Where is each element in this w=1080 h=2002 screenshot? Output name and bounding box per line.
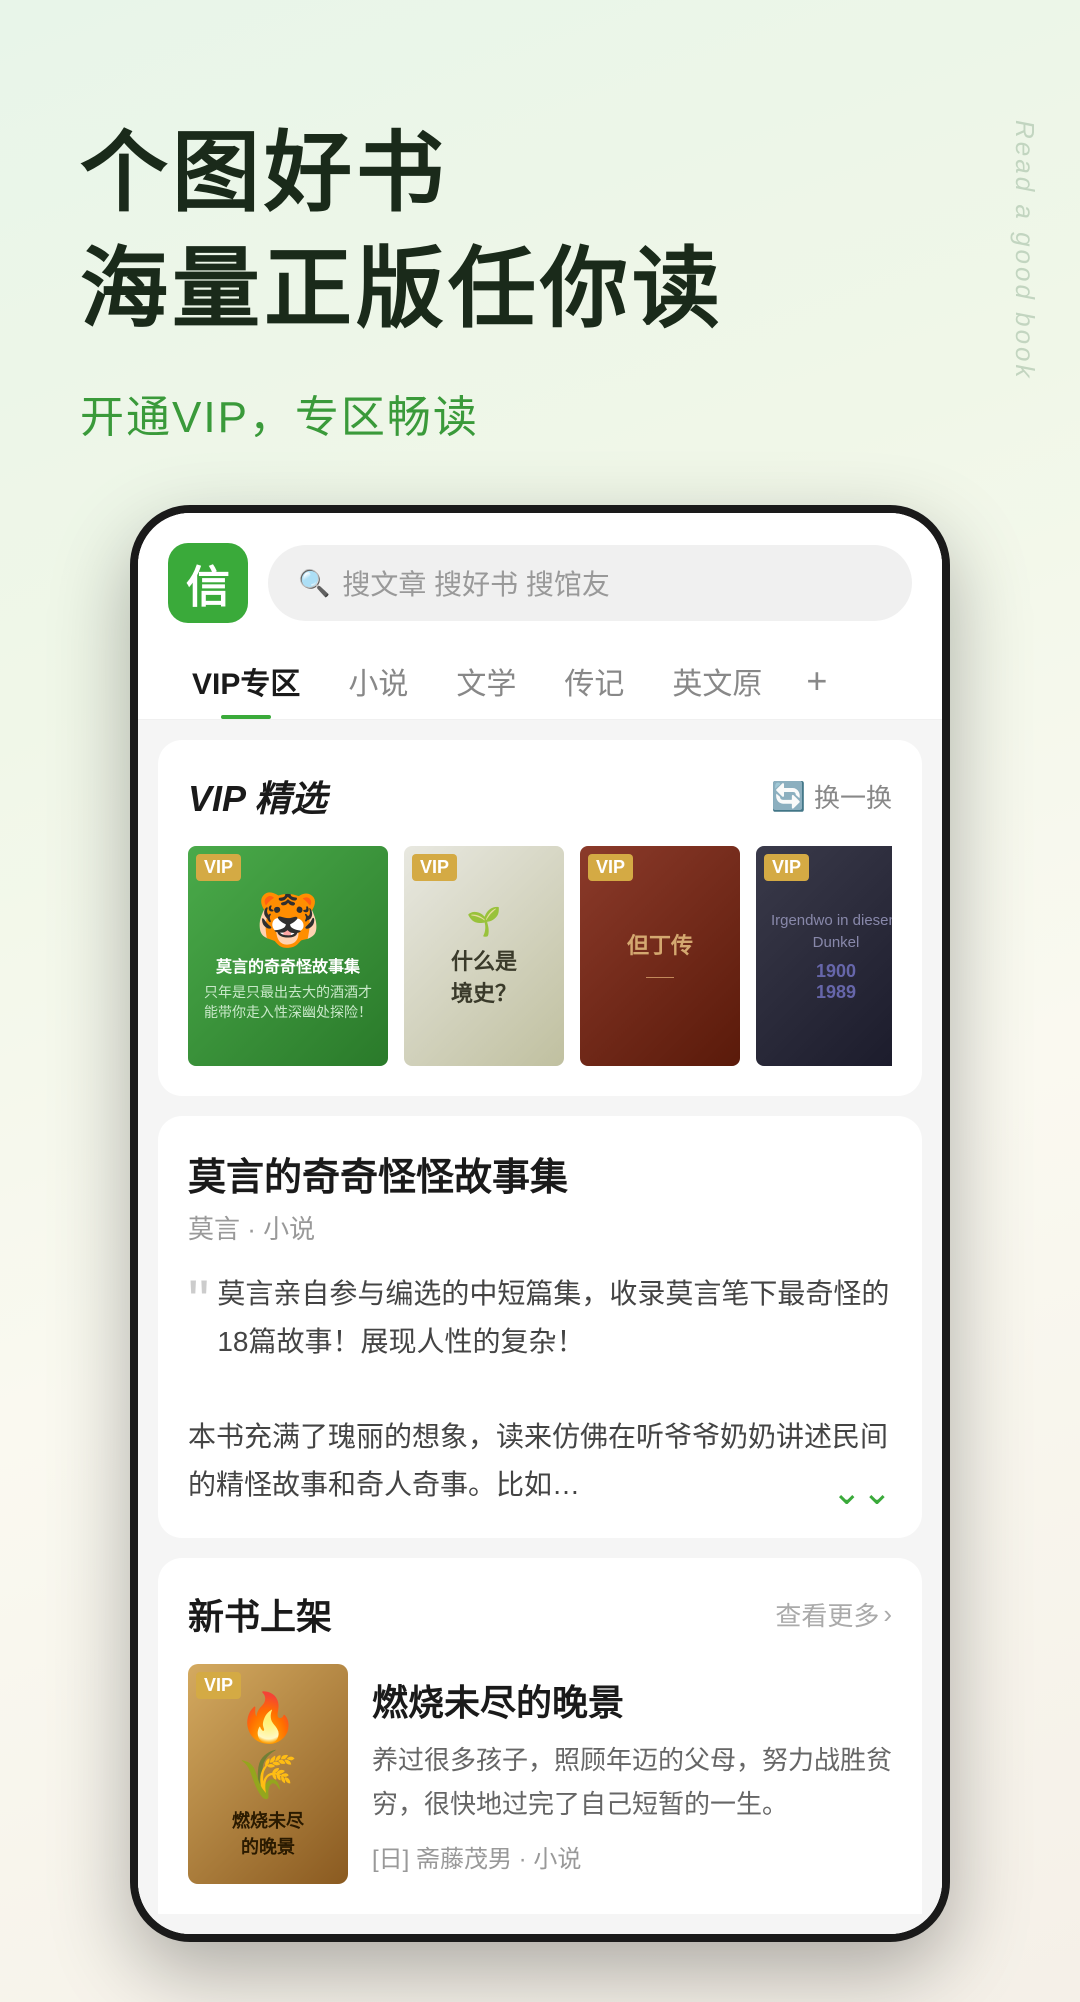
search-bar[interactable]: 🔍 搜文章 搜好书 搜馆友 <box>268 545 912 621</box>
book-description: " 莫言亲自参与编选的中短篇集，收录莫言笔下最奇怪的18篇故事！展现人性的复杂！… <box>188 1270 892 1508</box>
phone-inner: 信 🔍 搜文章 搜好书 搜馆友 VIP专区 小说 文学 <box>138 513 942 1934</box>
new-book-title-1: 燃烧未尽的晚景 <box>372 1674 892 1726</box>
app-logo[interactable]: 信 <box>168 543 248 623</box>
search-placeholder-text: 搜文章 搜好书 搜馆友 <box>342 563 610 603</box>
book-desc-line2: 本书充满了瑰丽的想象，读来仿佛在听爷爷奶奶讲述民间的精怪故事和奇人奇事。比如… <box>188 1421 888 1500</box>
search-icon: 🔍 <box>298 568 330 599</box>
new-book-author-1: [日] 斋藤茂男 · 小说 <box>372 1839 892 1874</box>
new-book-item-1[interactable]: VIP 🔥🌾 燃烧未尽的晚景 燃烧未尽的晚景 养过很多孩子，照顾年迈的父母，努力… <box>188 1664 892 1884</box>
book-detail-title: 莫言的奇奇怪怪故事集 <box>188 1146 892 1201</box>
chevron-right-icon: › <box>883 1599 892 1630</box>
new-books-header: 新书上架 查看更多 › <box>188 1588 892 1640</box>
vip-section-header: VIP 精选 🔄 换一换 <box>188 770 892 822</box>
logo-character: 信 <box>186 551 230 615</box>
phone-wrapper: 信 🔍 搜文章 搜好书 搜馆友 VIP专区 小说 文学 <box>0 505 1080 2002</box>
new-books-section: 新书上架 查看更多 › VIP 🔥🌾 燃烧未尽的晚景 <box>158 1558 922 1914</box>
phone-frame: 信 🔍 搜文章 搜好书 搜馆友 VIP专区 小说 文学 <box>130 505 950 1942</box>
vip-badge-1: VIP <box>196 854 241 881</box>
hero-title-line2: 海量正版任你读 <box>80 236 1000 342</box>
hero-side-text: Read a good book <box>1009 120 1040 381</box>
new-book-info-1: 燃烧未尽的晚景 养过很多孩子，照顾年迈的父母，努力战胜贫穷，很快地过完了自己短暂… <box>372 1664 892 1873</box>
nav-more-button[interactable]: + <box>796 650 837 712</box>
hero-vip-text: 开通VIP，专区畅读 <box>80 381 1000 445</box>
new-book-cover-title: 燃烧未尽的晚景 <box>232 1807 304 1859</box>
book-detail-card: 莫言的奇奇怪怪故事集 莫言 · 小说 " 莫言亲自参与编选的中短篇集，收录莫言笔… <box>158 1116 922 1538</box>
vip-badge-3: VIP <box>588 854 633 881</box>
tab-novel[interactable]: 小说 <box>324 643 432 719</box>
book-desc-line1: 莫言亲自参与编选的中短篇集，收录莫言笔下最奇怪的18篇故事！展现人性的复杂！ <box>217 1278 889 1357</box>
nav-tabs: VIP专区 小说 文学 传记 英文原 + <box>138 623 942 720</box>
see-more-button[interactable]: 查看更多 › <box>775 1596 892 1633</box>
vip-book-4[interactable]: VIP Irgendwo in diesem Dunkel 19001989 <box>756 846 892 1066</box>
new-books-title: 新书上架 <box>188 1588 332 1640</box>
vip-book-1[interactable]: VIP 🐯 莫言的奇奇怪故事集 只年是只最出去大的酒酒才能带你走入性深幽处探险！ <box>188 846 388 1066</box>
content-area: VIP 精选 🔄 换一换 VIP 🐯 莫言的奇 <box>138 720 942 1934</box>
new-book-desc-1: 养过很多孩子，照顾年迈的父母，努力战胜贫穷，很快地过完了自己短暂的一生。 <box>372 1738 892 1826</box>
fire-decoration: 🔥🌾 <box>238 1689 298 1803</box>
tab-literature[interactable]: 文学 <box>432 643 540 719</box>
refresh-icon: 🔄 <box>771 780 806 813</box>
vip-badge-2: VIP <box>412 854 457 881</box>
vip-badge-4: VIP <box>764 854 809 881</box>
vip-section-title: VIP 精选 <box>188 770 327 822</box>
tab-vip[interactable]: VIP专区 <box>168 643 324 719</box>
refresh-button[interactable]: 🔄 换一换 <box>771 778 892 815</box>
new-book-cover-1: VIP 🔥🌾 燃烧未尽的晚景 <box>188 1664 348 1884</box>
see-more-label: 查看更多 <box>775 1596 879 1633</box>
tab-biography[interactable]: 传记 <box>540 643 648 719</box>
vip-book-2[interactable]: VIP 🌱 什么是境史？ <box>404 846 564 1066</box>
quote-mark: " <box>188 1278 209 1326</box>
vip-book-3[interactable]: VIP 但丁传 —— <box>580 846 740 1066</box>
book-detail-meta: 莫言 · 小说 <box>188 1209 892 1246</box>
hero-title-line1: 个图好书 <box>80 120 1000 226</box>
vip-books-row: VIP 🐯 莫言的奇奇怪故事集 只年是只最出去大的酒酒才能带你走入性深幽处探险！… <box>188 846 892 1066</box>
expand-icon[interactable]: ⌄⌄ <box>832 1461 892 1522</box>
hero-section: 个图好书 海量正版任你读 开通VIP，专区畅读 Read a good book <box>0 0 1080 505</box>
app-header: 信 🔍 搜文章 搜好书 搜馆友 <box>138 513 942 623</box>
new-book-vip-badge: VIP <box>196 1672 241 1699</box>
vip-section: VIP 精选 🔄 换一换 VIP 🐯 莫言的奇 <box>158 740 922 1096</box>
refresh-label: 换一换 <box>814 778 892 815</box>
tab-english[interactable]: 英文原 <box>648 643 786 719</box>
